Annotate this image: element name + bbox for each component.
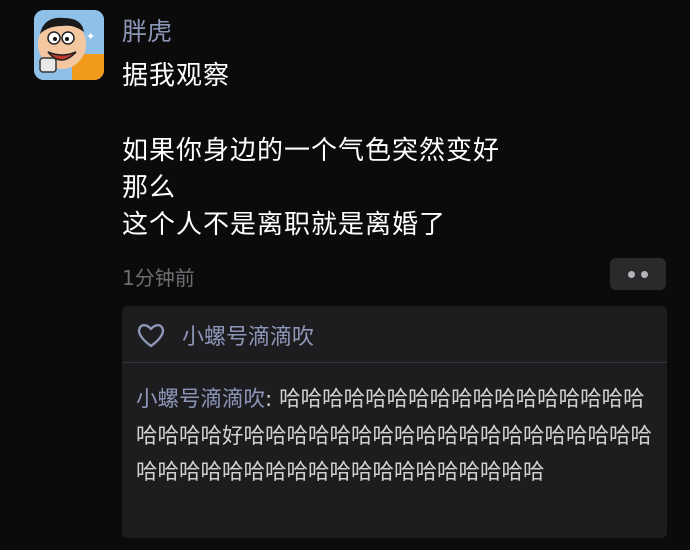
more-dots-icon: [641, 270, 648, 278]
comment-author[interactable]: 小螺号滴滴吹: [136, 387, 265, 412]
like-user-name[interactable]: 小螺号滴滴吹: [182, 319, 314, 351]
post-timestamp: 1分钟前: [122, 266, 195, 290]
comment-separator: :: [265, 387, 280, 412]
post-author[interactable]: 胖虎: [122, 12, 172, 48]
divider: [122, 362, 667, 363]
interaction-panel: 小螺号滴滴吹 小螺号滴滴吹: 哈哈哈哈哈哈哈哈哈哈哈哈哈哈哈哈哈哈哈哈哈好哈哈哈…: [122, 306, 667, 538]
heart-icon: [136, 321, 166, 349]
post-content: 据我观察 如果你身边的一个气色突然变好 那么 这个人不是离职就是离婚了: [122, 58, 500, 244]
post-line: 据我观察: [122, 61, 231, 91]
post-line: 那么: [122, 173, 177, 203]
post-line: 这个人不是离职就是离婚了: [122, 210, 447, 240]
avatar[interactable]: ✦: [34, 10, 104, 80]
post-line: 如果你身边的一个气色突然变好: [122, 136, 501, 166]
post-line-blank: [122, 95, 500, 133]
likes-row: 小螺号滴滴吹: [136, 320, 314, 350]
more-button[interactable]: [610, 258, 666, 290]
more-dots-icon: [628, 270, 635, 278]
comment[interactable]: 小螺号滴滴吹: 哈哈哈哈哈哈哈哈哈哈哈哈哈哈哈哈哈哈哈哈哈好哈哈哈哈哈哈哈哈哈哈…: [136, 382, 664, 492]
svg-text:✦: ✦: [86, 30, 95, 43]
